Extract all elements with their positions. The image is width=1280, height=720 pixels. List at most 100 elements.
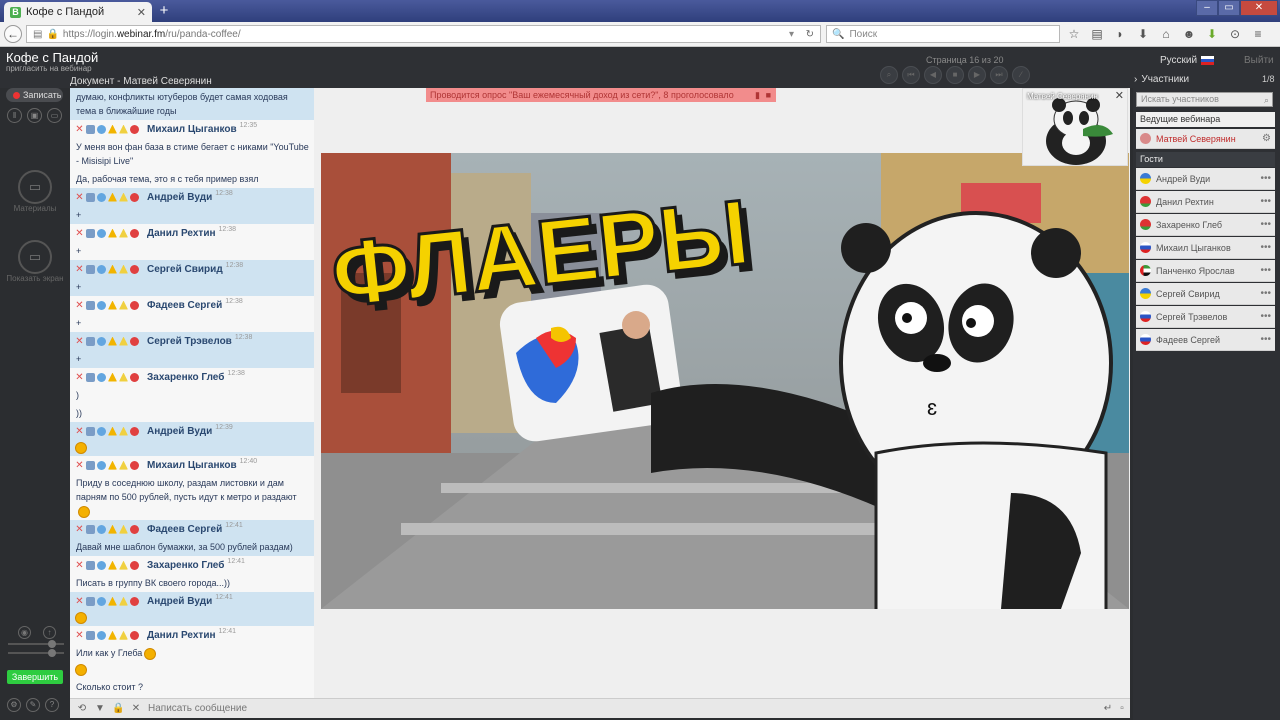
reply-icon[interactable] xyxy=(97,192,106,202)
chat-author[interactable]: Михаил Цыганков xyxy=(147,124,237,135)
copy-icon[interactable] xyxy=(86,524,95,534)
location-icon[interactable]: ◉ xyxy=(18,626,31,639)
warn-icon[interactable] xyxy=(108,630,117,640)
delete-icon[interactable]: ✕ xyxy=(75,426,84,436)
bell-icon[interactable] xyxy=(119,192,128,202)
minimize-button[interactable]: – xyxy=(1196,0,1218,16)
block-icon[interactable] xyxy=(130,596,139,606)
pen-icon[interactable]: ∕ xyxy=(1012,66,1030,84)
stop-button[interactable]: ■ xyxy=(946,66,964,84)
bell-icon[interactable] xyxy=(119,630,128,640)
block-icon[interactable] xyxy=(130,560,139,570)
block-icon[interactable] xyxy=(130,124,139,134)
bell-icon[interactable] xyxy=(119,228,128,238)
chat-author[interactable]: Данил Рехтин xyxy=(147,630,216,641)
delete-icon[interactable]: ✕ xyxy=(75,560,84,570)
warn-icon[interactable] xyxy=(108,372,117,382)
poll-stop-icon[interactable]: ■ xyxy=(766,88,771,102)
chat-author[interactable]: Андрей Вуди xyxy=(147,192,212,203)
exit-link[interactable]: Выйти xyxy=(1244,55,1274,66)
guest-row[interactable]: Панченко Ярослав ••• xyxy=(1136,260,1275,282)
send-icon[interactable]: ↵ xyxy=(1102,703,1114,715)
chat-author[interactable]: Захаренко Глеб xyxy=(147,372,224,383)
clear-chat-icon[interactable]: ✕ xyxy=(130,703,142,715)
guest-row[interactable]: Сергей Трэвелов ••• xyxy=(1136,306,1275,328)
guest-row[interactable]: Михаил Цыганков ••• xyxy=(1136,237,1275,259)
reading-list-icon[interactable]: ▤ xyxy=(1089,26,1105,42)
poll-chart-icon[interactable]: ▮ xyxy=(755,88,760,102)
copy-icon[interactable] xyxy=(86,596,95,606)
guest-row[interactable]: Фадеев Сергей ••• xyxy=(1136,329,1275,351)
poll-banner[interactable]: Проводится опрос "Ваш ежемесячный доход … xyxy=(426,88,776,102)
warn-icon[interactable] xyxy=(108,336,117,346)
chat-author[interactable]: Андрей Вуди xyxy=(147,596,212,607)
refresh-icon[interactable]: ⟲ xyxy=(76,703,88,715)
reply-icon[interactable] xyxy=(97,560,106,570)
block-icon[interactable] xyxy=(130,460,139,470)
warn-icon[interactable] xyxy=(108,596,117,606)
chat-author[interactable]: Данил Рехтин xyxy=(147,228,216,239)
prev-page-button[interactable]: ◀ xyxy=(924,66,942,84)
delete-icon[interactable]: ✕ xyxy=(75,336,84,346)
bell-icon[interactable] xyxy=(119,596,128,606)
more-options-icon[interactable]: ••• xyxy=(1260,311,1271,322)
chat-author[interactable]: Сергей Трэвелов xyxy=(147,336,232,347)
block-icon[interactable] xyxy=(130,372,139,382)
bell-icon[interactable] xyxy=(119,372,128,382)
copy-icon[interactable] xyxy=(86,336,95,346)
copy-icon[interactable] xyxy=(86,300,95,310)
copy-icon[interactable] xyxy=(86,264,95,274)
reload-icon[interactable]: ↻ xyxy=(806,29,814,40)
block-icon[interactable] xyxy=(130,264,139,274)
warn-icon[interactable] xyxy=(108,300,117,310)
bell-icon[interactable] xyxy=(119,264,128,274)
first-page-button[interactable]: ⏮ xyxy=(902,66,920,84)
warn-icon[interactable] xyxy=(108,124,117,134)
address-bar[interactable]: ▤ 🔒 https://login.webinar.fm/ru/panda-co… xyxy=(26,25,821,43)
delete-icon[interactable]: ✕ xyxy=(75,596,84,606)
browser-tab[interactable]: В Кофе с Пандой ✕ xyxy=(4,2,152,22)
chat-author[interactable]: Сергей Свирид xyxy=(147,264,223,275)
back-button[interactable]: ← xyxy=(4,25,22,43)
language-selector[interactable]: Русский xyxy=(1160,55,1215,66)
bell-icon[interactable] xyxy=(119,336,128,346)
participant-search-input[interactable]: Искать участников ⌕ xyxy=(1136,92,1273,107)
copy-icon[interactable] xyxy=(86,372,95,382)
more-options-icon[interactable]: ••• xyxy=(1260,219,1271,230)
zoom-icon[interactable]: ⌕ xyxy=(880,66,898,84)
chat-icon[interactable]: ☻ xyxy=(1181,26,1197,42)
chat-author[interactable]: Михаил Цыганков xyxy=(147,460,237,471)
delete-icon[interactable]: ✕ xyxy=(75,264,84,274)
more-options-icon[interactable]: ••• xyxy=(1260,334,1271,345)
invite-link[interactable]: пригласить на вебинар xyxy=(6,64,92,73)
menu-icon[interactable]: ≡ xyxy=(1250,26,1266,42)
sync-icon[interactable]: ⊙ xyxy=(1227,26,1243,42)
warn-icon[interactable] xyxy=(108,426,117,436)
finish-button[interactable]: Завершить xyxy=(7,670,63,684)
pause-icon[interactable]: ‖ xyxy=(7,108,22,123)
block-icon[interactable] xyxy=(130,524,139,534)
browser-search-input[interactable]: 🔍 Поиск xyxy=(826,25,1060,43)
delete-icon[interactable]: ✕ xyxy=(75,460,84,470)
warn-icon[interactable] xyxy=(108,264,117,274)
chat-author[interactable]: Фадеев Сергей xyxy=(147,524,222,535)
delete-icon[interactable]: ✕ xyxy=(75,228,84,238)
home-icon[interactable]: ⌂ xyxy=(1158,26,1174,42)
reply-icon[interactable] xyxy=(97,460,106,470)
copy-icon[interactable] xyxy=(86,192,95,202)
maximize-button[interactable]: ▭ xyxy=(1218,0,1240,16)
pocket-icon[interactable]: ◗ xyxy=(1112,26,1128,42)
reply-icon[interactable] xyxy=(97,228,106,238)
next-page-button[interactable]: ▶ xyxy=(968,66,986,84)
volume-sliders[interactable] xyxy=(8,640,64,661)
gear-icon[interactable]: ⚙ xyxy=(1262,133,1271,144)
tab-close-icon[interactable]: ✕ xyxy=(137,6,146,19)
reply-icon[interactable] xyxy=(97,596,106,606)
warn-icon[interactable] xyxy=(108,228,117,238)
warn-icon[interactable] xyxy=(108,560,117,570)
edit-icon[interactable]: ✎ xyxy=(26,698,40,712)
warn-icon[interactable] xyxy=(108,460,117,470)
reply-icon[interactable] xyxy=(97,124,106,134)
reply-icon[interactable] xyxy=(97,300,106,310)
guest-row[interactable]: Захаренко Глеб ••• xyxy=(1136,214,1275,236)
